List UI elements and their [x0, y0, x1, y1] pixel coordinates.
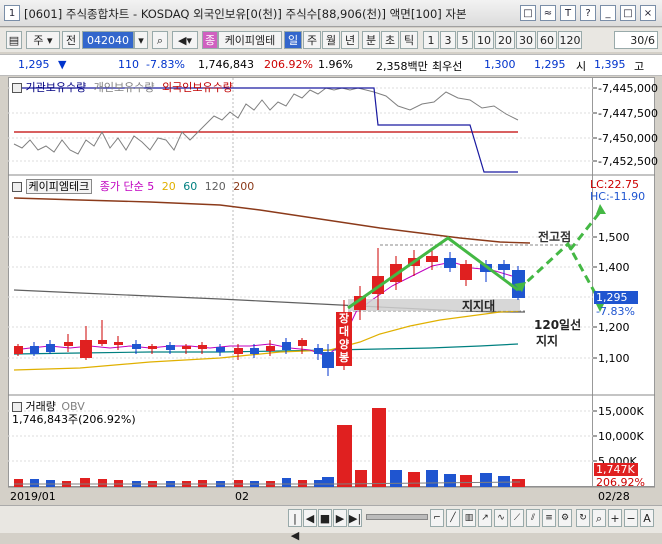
refresh-icon[interactable]: ↻ — [576, 509, 590, 527]
bottom-bar: |◀ ◀ ■ ▶ ▶| ⌐ ╱ ▥ ↗ ∿ ⟋ ⫽ ≡ ⚙ ↻ ⌕ + − A — [0, 505, 662, 542]
ma120-support-label-1: 120일선 — [534, 318, 582, 332]
arrow-tool-icon[interactable]: ↗ — [478, 509, 492, 527]
inv-axis-label: -7,447,500 — [598, 107, 658, 120]
x-axis-mid: 02 — [235, 490, 249, 503]
price-axis-label: 1,400 — [598, 261, 630, 274]
inv-axis-label: -7,445,000 — [598, 82, 658, 95]
trend-forecast-dashed — [516, 241, 602, 303]
individual-holding-line — [13, 87, 519, 155]
price-legend: 케이피엠테크 종가 단순 5 20 60 120 200 — [12, 178, 254, 194]
investor-legend: 기관보유수량 개인보유수량 외국인보유수량 — [12, 79, 233, 95]
ma120-support-label-2: 지지 — [536, 334, 559, 348]
institution-legend-icon — [12, 83, 22, 93]
trend-forecast-up — [568, 211, 602, 251]
trend-tool-icon[interactable]: ⟋ — [510, 509, 524, 527]
institution-holding-line — [14, 87, 518, 173]
x-axis-start: 2019/01 — [10, 490, 56, 503]
line-tool-icon[interactable]: ╱ — [446, 509, 460, 527]
current-price-tag: 1,295 — [594, 291, 638, 304]
draw-tool-icon[interactable]: ⌐ — [430, 509, 444, 527]
long-candle-label: 장대양봉 — [338, 312, 350, 364]
legend-ma120: 120 — [204, 180, 226, 193]
arrow-head-up-icon — [596, 204, 606, 214]
legend-institution: 기관보유수량 — [25, 81, 87, 94]
search-zoom-icon[interactable]: ⌕ — [592, 509, 606, 527]
font-size-button[interactable]: A — [640, 509, 654, 527]
stock-legend-icon — [12, 182, 22, 192]
price-axis-label: 1,200 — [598, 321, 630, 334]
legend-ma200: 200 — [233, 180, 255, 193]
current-volume-tag: 1,747K — [594, 463, 638, 476]
vol-axis-label: 10,000K — [598, 430, 644, 443]
legend-individual: 개인보유수량 — [93, 81, 155, 94]
zoom-slider[interactable] — [366, 514, 428, 520]
settings-icon[interactable]: ⚙ — [558, 509, 572, 527]
prev-high-label: 전고점 — [538, 230, 572, 244]
inv-axis-label: -7,450,000 — [598, 132, 658, 145]
price-axis-label: 1,100 — [598, 352, 630, 365]
x-axis-end: 02/28 — [598, 490, 630, 503]
prev-page-button[interactable]: ◀ — [303, 509, 317, 527]
vol-axis-label: 15,000K — [598, 405, 644, 418]
bar-tool-icon[interactable]: ▥ — [462, 509, 476, 527]
channel-tool-icon[interactable]: ⫽ — [526, 509, 540, 527]
legend-ma20: 20 — [161, 180, 176, 193]
inv-axis-label: -7,452,500 — [598, 155, 658, 168]
support-zone-label: 지지대 — [462, 299, 496, 313]
fib-tool-icon[interactable]: ≡ — [542, 509, 556, 527]
legend-foreign: 외국인보유수량 — [161, 81, 233, 94]
wave-tool-icon[interactable]: ∿ — [494, 509, 508, 527]
last-page-button[interactable]: ▶| — [348, 509, 362, 527]
first-page-button[interactable]: |◀ — [288, 509, 302, 542]
current-volume-pct: 206.92% — [596, 476, 645, 489]
volume-value: 1,746,843주(206.92%) — [12, 413, 136, 426]
next-page-button[interactable]: ▶ — [333, 509, 347, 527]
price-axis-label: 1,500 — [598, 231, 630, 244]
hc-label: HC:-11.90 — [590, 190, 646, 203]
zoom-out-button[interactable]: − — [624, 509, 638, 527]
zoom-in-button[interactable]: + — [608, 509, 622, 527]
legend-ma5: 5 — [147, 180, 155, 193]
legend-ma-title: 종가 단순 — [99, 180, 144, 193]
current-pct-label: -7.83% — [596, 305, 635, 318]
ma200-line — [13, 197, 531, 244]
legend-stock-name: 케이피엠테크 — [25, 179, 93, 194]
legend-ma60: 60 — [183, 180, 198, 193]
stop-button[interactable]: ■ — [318, 509, 332, 527]
